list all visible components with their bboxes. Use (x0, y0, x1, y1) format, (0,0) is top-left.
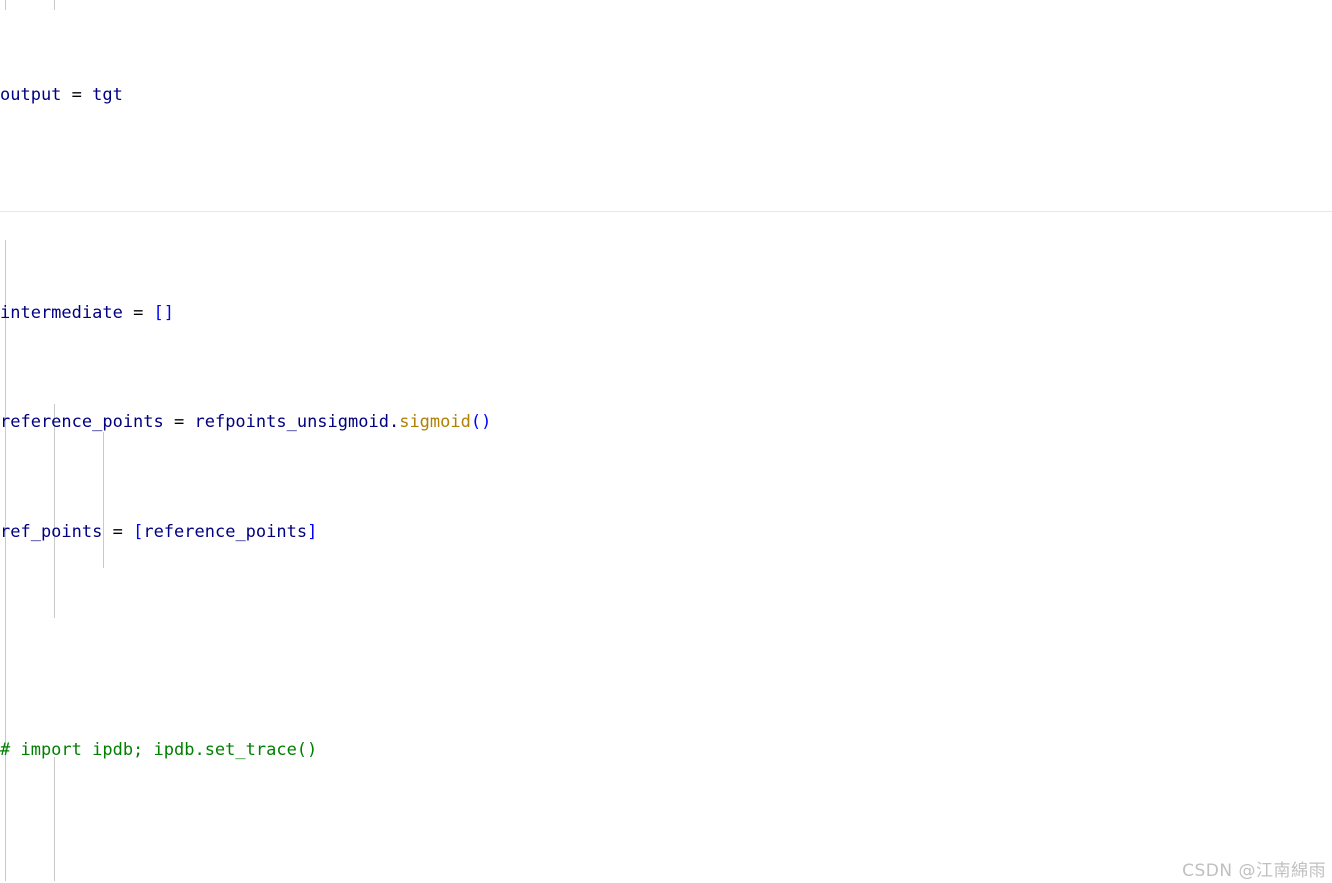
code-line[interactable]: intermediate = [] (0, 300, 1332, 327)
code-line-blank[interactable] (0, 191, 1332, 218)
code-line-comment[interactable]: # import ipdb; ipdb.set_trace() (0, 737, 1332, 764)
code-line[interactable]: reference_points = refpoints_unsigmoid.s… (0, 409, 1332, 436)
code-editor[interactable]: output = tgt intermediate = [] reference… (0, 0, 1332, 883)
code-line[interactable]: ref_points = [reference_points] (0, 519, 1332, 546)
code-line-blank[interactable] (0, 846, 1332, 873)
code-line[interactable]: output = tgt (0, 82, 1332, 109)
code-content[interactable]: output = tgt intermediate = [] reference… (0, 0, 1332, 883)
code-line-blank[interactable] (0, 628, 1332, 655)
